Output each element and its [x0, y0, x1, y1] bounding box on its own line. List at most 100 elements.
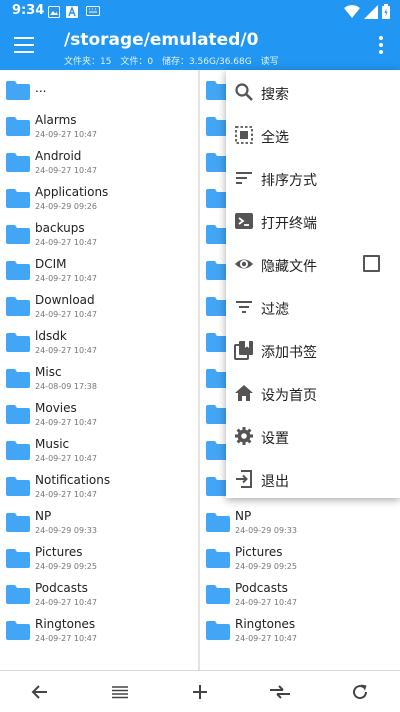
- menu-item-sort[interactable]: 排序方式: [226, 157, 400, 199]
- file-row[interactable]: Podcasts 24-09-27 10:47: [0, 576, 198, 612]
- back-button[interactable]: [20, 671, 60, 712]
- file-name: Podcasts: [235, 581, 288, 595]
- file-row[interactable]: Pictures 24-09-29 09:25: [0, 540, 198, 576]
- file-name: Android: [35, 149, 82, 163]
- file-name: ...: [35, 81, 47, 95]
- file-row[interactable]: NP 24-09-29 09:33: [200, 504, 400, 540]
- list-icon: [112, 685, 128, 698]
- file-date: 24-09-29 09:25: [35, 562, 97, 571]
- folder-icon: [6, 81, 30, 100]
- file-name: Ringtones: [235, 617, 296, 631]
- left-file-list[interactable]: ... Alarms 24-09-27 10:47 Android 24-09-27 1…: [0, 70, 198, 670]
- file-row[interactable]: Ringtones 24-09-27 10:47: [200, 612, 400, 648]
- menu-item-label: 打开终端: [261, 216, 317, 232]
- exit-icon: [236, 470, 252, 488]
- file-row[interactable]: Misc 24-08-09 17:38: [0, 360, 198, 396]
- swap-icon: [270, 684, 290, 699]
- file-row[interactable]: Download 24-09-27 10:47: [0, 288, 198, 324]
- file-name: ldsdk: [35, 329, 67, 343]
- file-row[interactable]: Pictures 24-09-29 09:25: [200, 540, 400, 576]
- search-icon: [235, 83, 253, 101]
- wifi-icon: [344, 5, 360, 18]
- file-row[interactable]: Music 24-09-27 10:47: [0, 432, 198, 468]
- file-date: 24-09-27 10:47: [35, 166, 97, 175]
- file-date: 24-09-27 10:47: [35, 634, 97, 643]
- file-name: Download: [35, 293, 95, 307]
- file-name: backups: [35, 221, 85, 235]
- refresh-button[interactable]: [340, 671, 380, 712]
- file-name: Pictures: [35, 545, 83, 559]
- menu-item-terminal[interactable]: 打开终端: [226, 200, 400, 242]
- swap-panes-button[interactable]: [260, 671, 300, 712]
- folder-icon: [206, 513, 230, 532]
- bookmark-icon: [234, 341, 253, 360]
- folder-icon: [206, 549, 230, 568]
- terminal-icon: [235, 213, 253, 229]
- file-row[interactable]: NP 24-09-29 09:33: [0, 504, 198, 540]
- folder-icon: [6, 477, 30, 496]
- file-row[interactable]: Movies 24-09-27 10:47: [0, 396, 198, 432]
- folder-icon: [6, 369, 30, 388]
- folder-icon: [6, 621, 30, 640]
- signal-icon: [364, 5, 378, 19]
- file-row[interactable]: Ringtones 24-09-27 10:47: [0, 612, 198, 648]
- file-name: Applications: [35, 185, 109, 199]
- status-time: 9:34: [12, 3, 45, 18]
- overflow-menu: 搜索 全选 排序方式 打开终端 隐藏文件 过滤 添加书签 设为首页 设置 退出: [226, 70, 400, 498]
- overflow-menu-icon[interactable]: [376, 36, 386, 58]
- menu-item-label: 设为首页: [261, 388, 317, 404]
- file-date: 24-09-27 10:47: [35, 130, 97, 139]
- parent-directory-row[interactable]: ...: [0, 72, 198, 108]
- menu-item-add-bookmark[interactable]: 添加书签: [226, 329, 400, 371]
- add-button[interactable]: [180, 671, 220, 712]
- menu-item-set-home[interactable]: 设为首页: [226, 372, 400, 414]
- menu-item-select-all[interactable]: 全选: [226, 114, 400, 156]
- menu-item-label: 排序方式: [261, 173, 317, 189]
- file-date: 24-08-09 17:38: [35, 382, 97, 391]
- menu-item-label: 添加书签: [261, 345, 317, 361]
- file-date: 24-09-27 10:47: [35, 310, 97, 319]
- file-row[interactable]: ldsdk 24-09-27 10:47: [0, 324, 198, 360]
- file-date: 24-09-27 10:47: [35, 490, 97, 499]
- refresh-icon: [353, 684, 368, 699]
- file-date: 24-09-29 09:33: [35, 526, 97, 535]
- file-row[interactable]: Applications 24-09-29 09:26: [0, 180, 198, 216]
- folder-icon: [6, 261, 30, 280]
- file-name: Alarms: [35, 113, 77, 127]
- folder-icon: [6, 405, 30, 424]
- keyboard-notification-icon: [86, 6, 100, 16]
- file-date: 24-09-27 10:47: [35, 418, 97, 427]
- list-view-button[interactable]: [100, 671, 140, 712]
- file-name: DCIM: [35, 257, 67, 271]
- hamburger-menu-icon[interactable]: [14, 37, 34, 53]
- eye-icon: [235, 259, 253, 269]
- filter-icon: [236, 301, 252, 313]
- file-row[interactable]: backups 24-09-27 10:47: [0, 216, 198, 252]
- file-date: 24-09-29 09:26: [35, 202, 97, 211]
- sort-icon: [236, 172, 252, 184]
- file-name: Podcasts: [35, 581, 88, 595]
- select-all-icon: [235, 126, 253, 144]
- menu-item-hidden-files[interactable]: 隐藏文件: [226, 243, 400, 285]
- folder-icon: [6, 297, 30, 316]
- folder-icon: [6, 585, 30, 604]
- menu-item-search[interactable]: 搜索: [226, 71, 400, 113]
- add-icon: [193, 684, 207, 699]
- file-row[interactable]: DCIM 24-09-27 10:47: [0, 252, 198, 288]
- folder-icon: [6, 117, 30, 136]
- current-path: /storage/emulated/0: [64, 30, 259, 50]
- file-row[interactable]: Alarms 24-09-27 10:47: [0, 108, 198, 144]
- file-row[interactable]: Notifications 24-09-27 10:47: [0, 468, 198, 504]
- menu-item-filter[interactable]: 过滤: [226, 286, 400, 328]
- hidden-files-checkbox[interactable]: [363, 255, 380, 272]
- folder-icon: [6, 225, 30, 244]
- battery-icon: [382, 4, 390, 19]
- folder-icon: [206, 585, 230, 604]
- menu-item-settings[interactable]: 设置: [226, 415, 400, 457]
- file-row[interactable]: Android 24-09-27 10:47: [0, 144, 198, 180]
- file-row[interactable]: Podcasts 24-09-27 10:47: [200, 576, 400, 612]
- file-name: Notifications: [35, 473, 111, 487]
- home-icon: [235, 385, 253, 401]
- menu-item-exit[interactable]: 退出: [226, 458, 400, 500]
- storage-info: 文件夹：15 文件：0 储存：3.56G/36.68G 读写: [64, 54, 285, 67]
